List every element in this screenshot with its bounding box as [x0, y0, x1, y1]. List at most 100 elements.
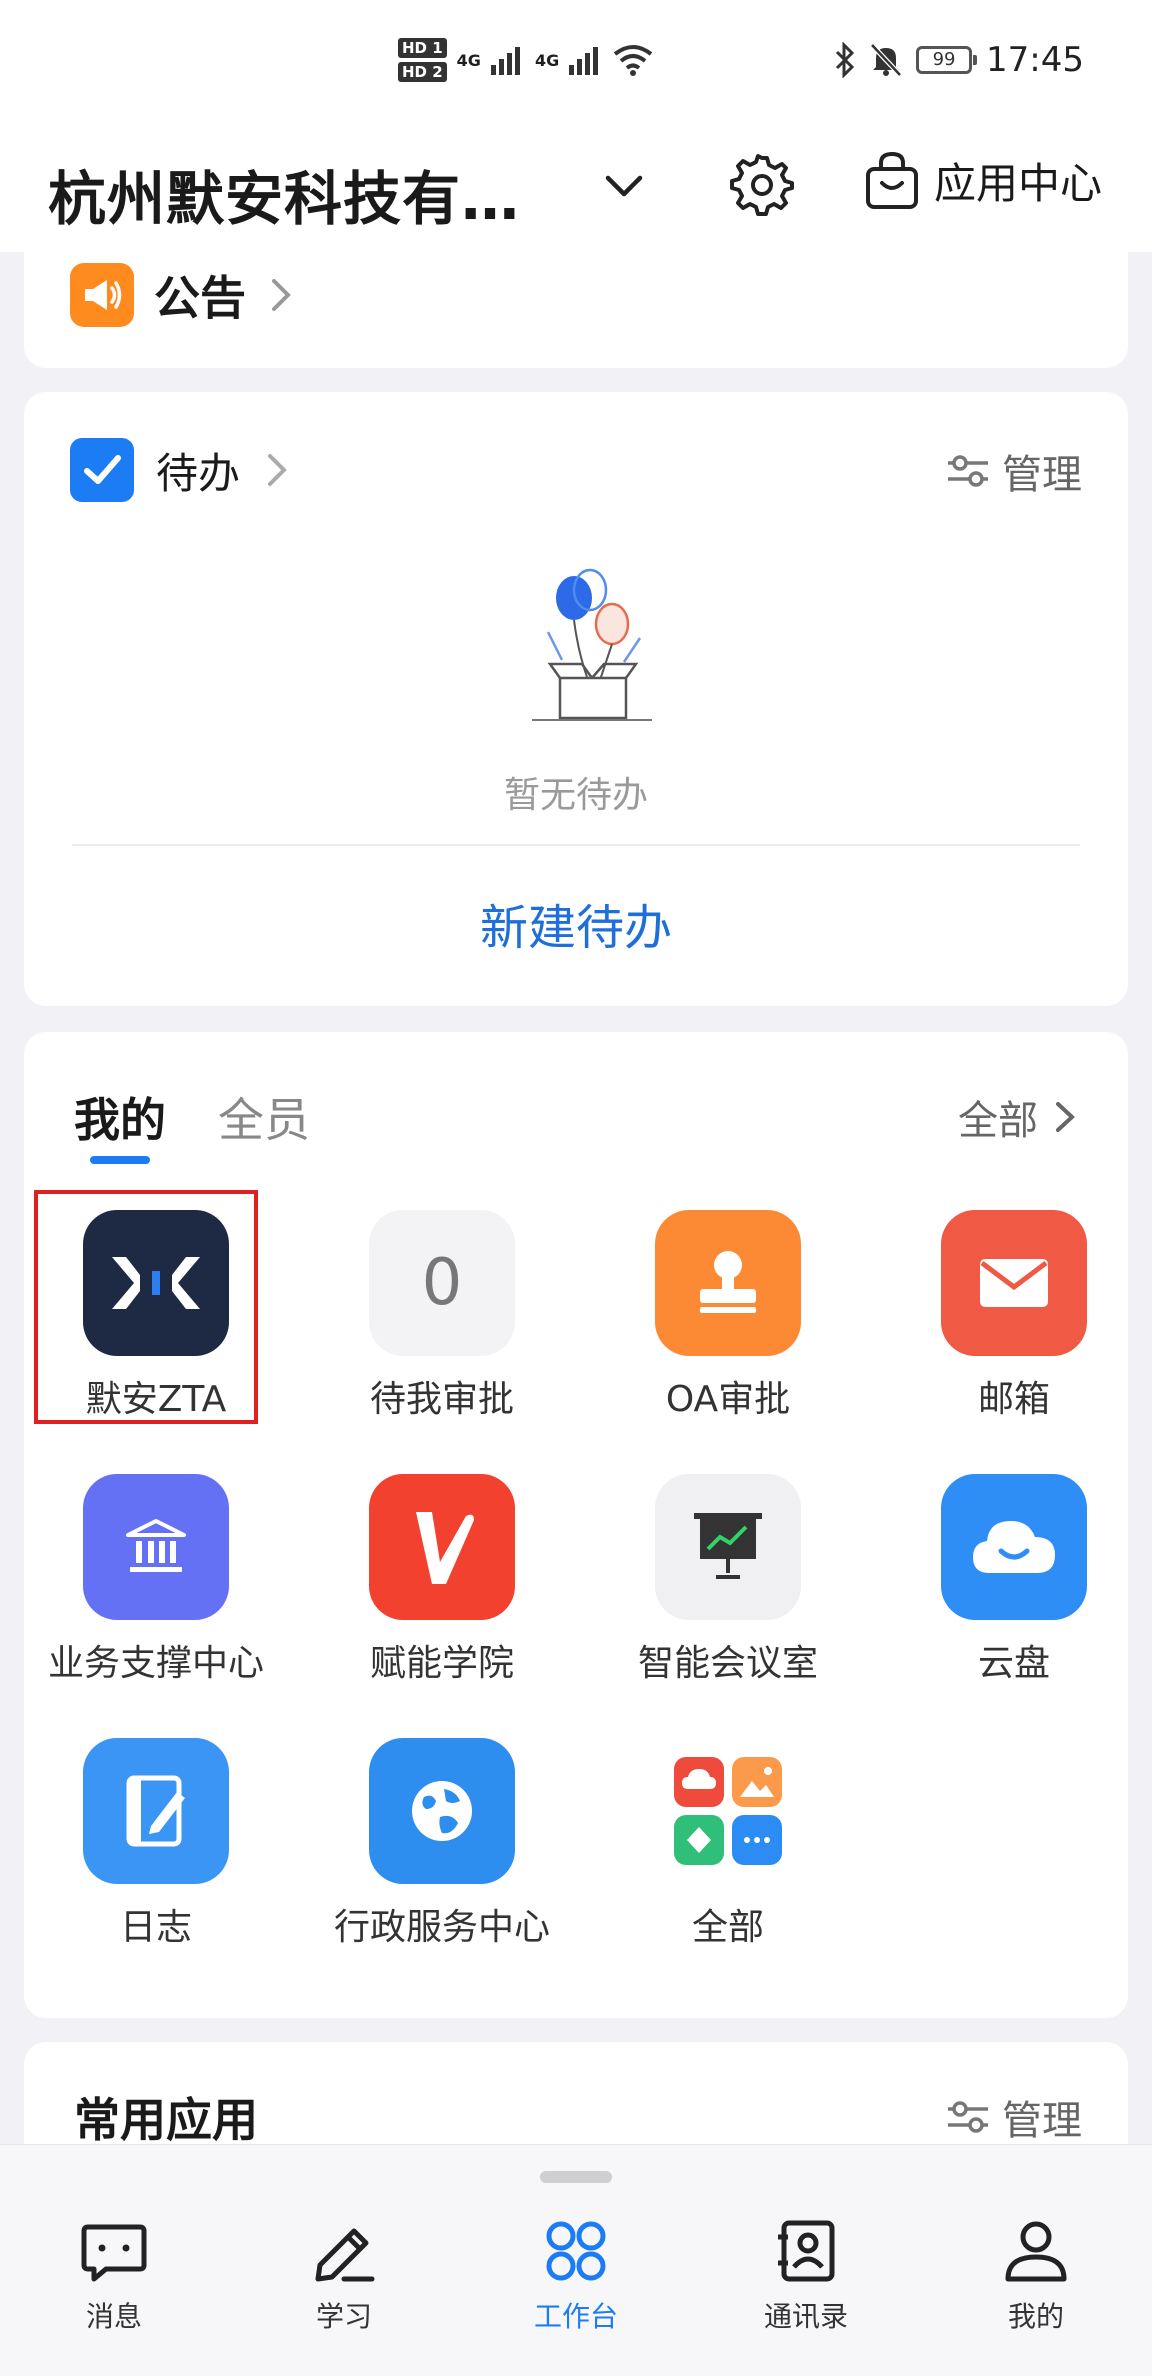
shopping-bag-icon — [866, 151, 918, 209]
stamp-icon — [655, 1210, 801, 1356]
new-todo-button[interactable]: 新建待办 — [24, 888, 1128, 958]
chevron-right-icon — [268, 454, 287, 486]
all-apps-icon — [655, 1738, 801, 1884]
app-label: 全部 — [691, 1907, 764, 1948]
bank-icon — [83, 1474, 229, 1620]
all-apps-label: 全部 — [958, 1098, 1038, 1144]
common-manage-label: 管理 — [1002, 2098, 1082, 2144]
clock: 17:45 — [986, 40, 1084, 80]
wifi-icon — [613, 45, 653, 76]
app-zta[interactable]: 默安ZTA — [46, 1210, 266, 1422]
signal-icon-2 — [569, 47, 599, 75]
todo-manage-button[interactable]: 管理 — [944, 442, 1082, 500]
app-center-label: 应用中心 — [934, 159, 1103, 208]
app-empower-academy[interactable]: 赋能学院 — [332, 1474, 552, 1686]
nav-contacts[interactable]: 通讯录 — [706, 2215, 906, 2335]
sliders-icon — [948, 2101, 988, 2133]
announcement-row[interactable]: 公告 — [70, 262, 296, 328]
todo-header[interactable]: 待办 — [70, 438, 292, 502]
nav-label: 工作台 — [533, 2300, 618, 2333]
nav-label: 我的 — [1007, 2300, 1064, 2333]
bottom-nav: 消息 学习 工作台 通讯录 我的 — [0, 2144, 1152, 2376]
chevron-right-icon — [1056, 1102, 1075, 1132]
todo-title: 待办 — [156, 448, 241, 498]
sim-badge-2: HD 2 — [398, 62, 447, 82]
common-manage-button[interactable]: 管理 — [944, 2088, 1082, 2146]
presentation-icon — [655, 1474, 801, 1620]
network-label-2: 4G — [534, 50, 560, 70]
app-all[interactable]: 全部 — [618, 1738, 838, 1950]
nav-label: 学习 — [315, 2300, 372, 2333]
common-apps-title: 常用应用 — [74, 2093, 258, 2147]
empty-balloon-illustration — [532, 568, 652, 721]
status-bar: HD 1 HD 2 4G 4G 99 17:45 — [0, 0, 1152, 132]
tab-mine[interactable]: 我的 — [74, 1084, 166, 1164]
nav-workbench[interactable]: 工作台 — [476, 2215, 676, 2335]
globe-icon — [369, 1738, 515, 1884]
cloud-icon — [941, 1474, 1087, 1620]
app-cloud-drive[interactable]: 云盘 — [904, 1474, 1124, 1686]
gear-icon[interactable] — [730, 152, 794, 216]
v-logo-icon — [369, 1474, 515, 1620]
app-label: 智能会议室 — [637, 1643, 818, 1684]
announcement-label: 公告 — [154, 271, 246, 325]
bluetooth-icon — [835, 42, 855, 78]
app-log[interactable]: 日志 — [46, 1738, 266, 1950]
sim-badges: HD 1 HD 2 — [398, 38, 447, 82]
status-right: 99 17:45 — [834, 40, 1084, 80]
tab-all-staff[interactable]: 全员 — [218, 1084, 310, 1150]
app-label: OA审批 — [665, 1379, 791, 1420]
log-icon — [83, 1738, 229, 1884]
megaphone-icon — [70, 263, 134, 327]
announcement-card: 公告 — [24, 236, 1128, 368]
drag-handle[interactable] — [540, 2171, 612, 2183]
todo-manage-label: 管理 — [1002, 452, 1082, 498]
app-mailbox[interactable]: 邮箱 — [904, 1210, 1124, 1422]
zta-logo-icon — [83, 1210, 229, 1356]
nav-label: 消息 — [85, 2300, 142, 2333]
app-admin-service[interactable]: 行政服务中心 — [332, 1738, 552, 1950]
pending-count: 0 — [421, 1246, 463, 1320]
battery-indicator: 99 — [916, 46, 978, 74]
workbench-grid-icon — [546, 2221, 606, 2281]
app-label: 邮箱 — [977, 1379, 1050, 1420]
app-label: 云盘 — [977, 1643, 1050, 1684]
nav-learning[interactable]: 学习 — [244, 2215, 444, 2335]
empty-todo-text: 暂无待办 — [503, 775, 648, 816]
nav-label: 通讯录 — [763, 2300, 848, 2333]
network-label-1: 4G — [456, 50, 481, 70]
app-label: 行政服务中心 — [333, 1907, 550, 1948]
mail-icon — [941, 1210, 1087, 1356]
zero-count-icon: 0 — [369, 1210, 515, 1356]
all-apps-link[interactable]: 全部 — [958, 1088, 1078, 1146]
sim-badge-1: HD 1 — [398, 38, 447, 58]
app-business-support[interactable]: 业务支撑中心 — [46, 1474, 266, 1686]
app-label: 日志 — [119, 1907, 192, 1948]
app-oa-approval[interactable]: OA审批 — [618, 1210, 838, 1422]
app-center-button[interactable]: 应用中心 — [864, 150, 1102, 211]
app-label: 赋能学院 — [369, 1643, 514, 1684]
signal-icon-1 — [490, 47, 520, 75]
chevron-down-icon[interactable] — [598, 160, 650, 212]
app-label: 待我审批 — [369, 1379, 514, 1420]
sliders-icon — [948, 455, 988, 487]
bell-mute-icon — [870, 43, 902, 77]
company-name[interactable]: 杭州默安科技有… — [48, 152, 520, 236]
app-pending-approval[interactable]: 0 待我审批 — [332, 1210, 552, 1422]
apps-card: 我的 全员 全部 默安ZTA 0 待我审批 OA审批 邮箱 业务支撑中心 赋能学… — [24, 1032, 1128, 2018]
person-icon — [1005, 2221, 1067, 2282]
apps-tabs: 我的 全员 — [74, 1084, 310, 1164]
app-meeting-room[interactable]: 智能会议室 — [618, 1474, 838, 1686]
pencil-icon — [315, 2228, 375, 2282]
nav-profile[interactable]: 我的 — [936, 2215, 1136, 2335]
signal-group: HD 1 HD 2 4G 4G — [398, 38, 653, 82]
app-label: 默安ZTA — [85, 1379, 227, 1420]
chat-bubble-icon — [81, 2224, 147, 2282]
todo-card: 待办 管理 暂无待办 新建待办 — [24, 392, 1128, 1006]
contact-book-icon — [778, 2220, 835, 2282]
workspace-header: 杭州默安科技有… 应用中心 — [0, 132, 1152, 252]
nav-messages[interactable]: 消息 — [14, 2215, 214, 2335]
divider — [72, 844, 1080, 846]
chevron-right-icon — [272, 279, 291, 311]
app-label: 业务支撑中心 — [47, 1643, 264, 1684]
